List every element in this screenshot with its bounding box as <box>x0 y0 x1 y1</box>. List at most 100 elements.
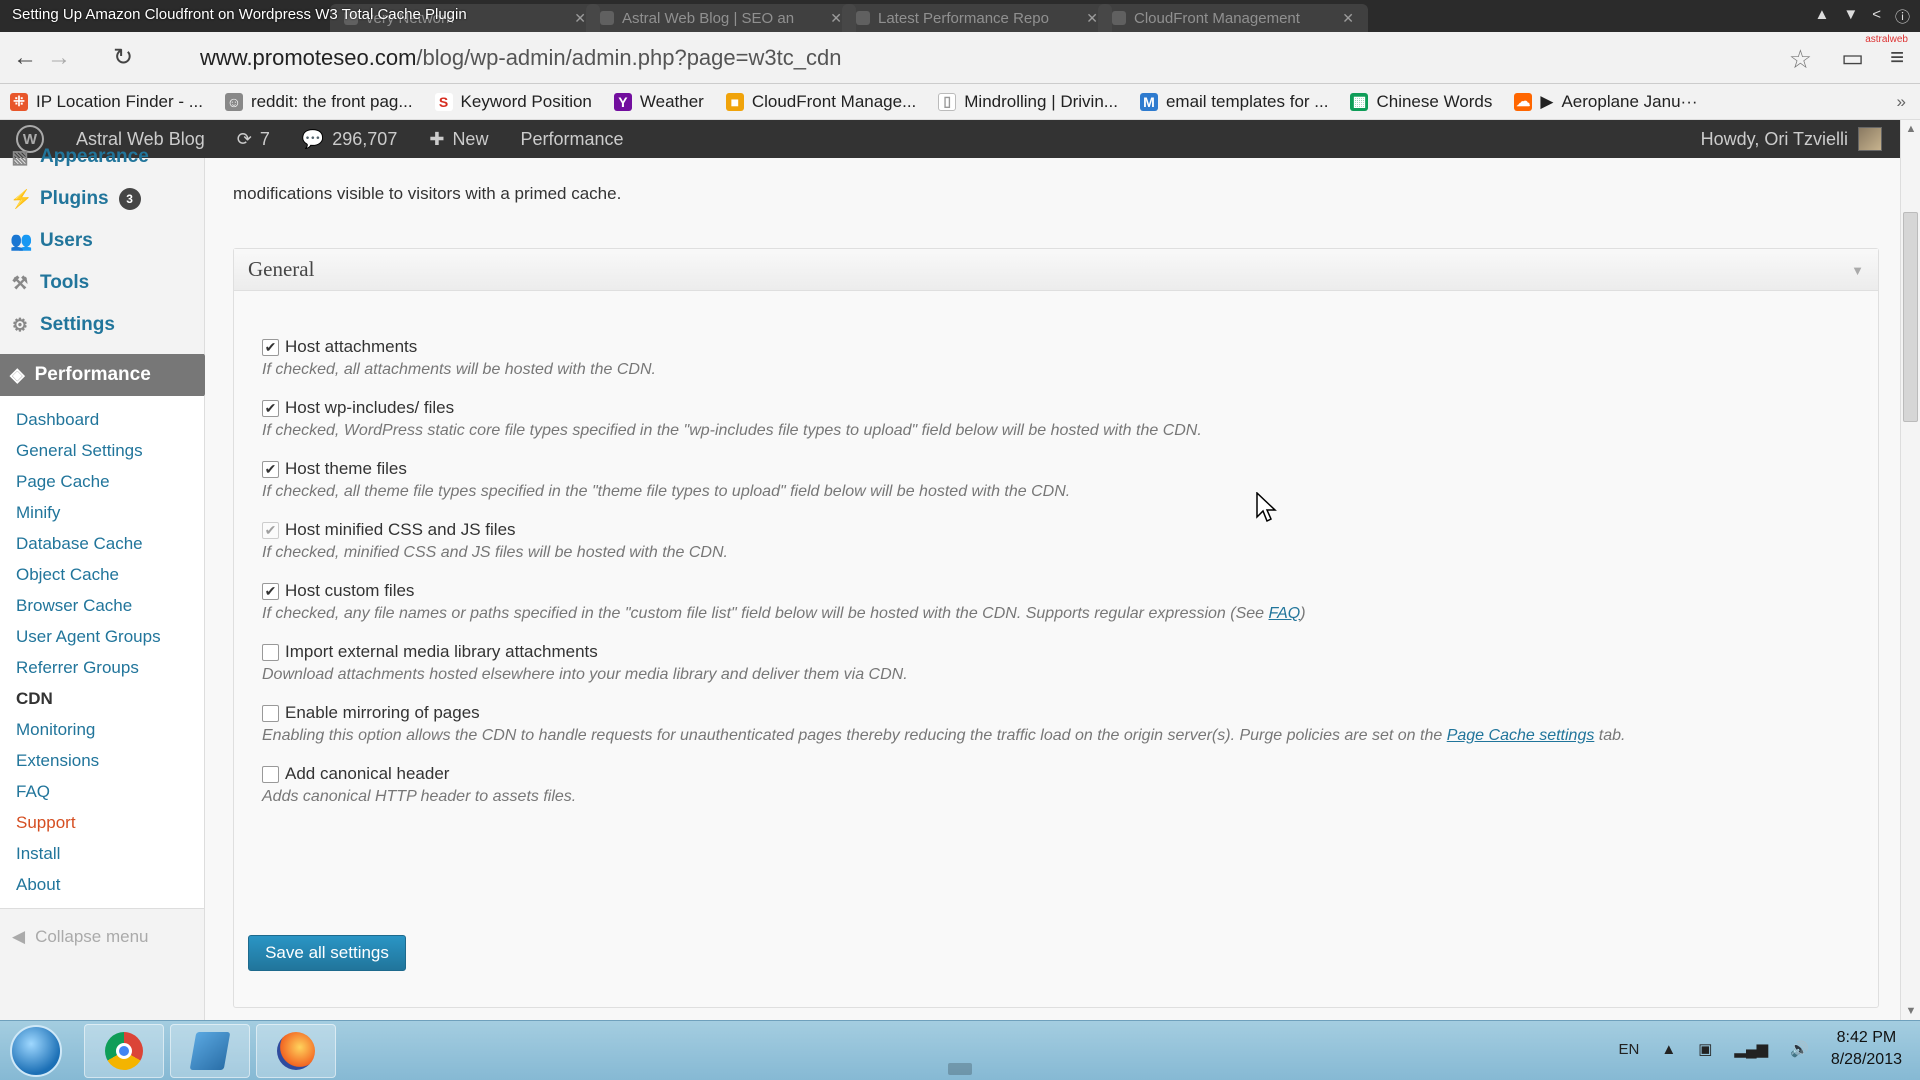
submenu-cdn[interactable]: CDN <box>0 683 204 714</box>
windows-start-icon[interactable] <box>10 1025 62 1077</box>
submenu-dashboard[interactable]: Dashboard <box>0 404 204 435</box>
submenu-monitoring[interactable]: Monitoring <box>0 714 204 745</box>
soundcloud-icon: ☁ <box>1514 92 1533 111</box>
like-icon[interactable]: ▲ <box>1815 6 1830 27</box>
bookmarks-overflow-icon[interactable]: » <box>1897 92 1906 112</box>
option-checkbox[interactable]: ✔ <box>262 582 279 600</box>
dislike-icon[interactable]: ▼ <box>1843 6 1858 27</box>
window-icon[interactable]: ▭ <box>1841 44 1864 73</box>
signal-icon[interactable]: ▂▄▆ <box>1734 1040 1768 1058</box>
bookmark-item[interactable]: ▦ Chinese Words <box>1350 92 1492 112</box>
option-label-row[interactable]: ✔ Host wp-includes/ files <box>262 398 1202 418</box>
url-host: www.promoteseo.com <box>200 45 417 70</box>
submenu-extensions[interactable]: Extensions <box>0 745 204 776</box>
sidebar-item-tools[interactable]: ⚒ Tools <box>0 262 204 304</box>
submenu-about[interactable]: About <box>0 869 204 900</box>
sidebar-item-settings[interactable]: ⚙ Settings <box>0 304 204 346</box>
submenu-install[interactable]: Install <box>0 838 204 869</box>
option-label-row[interactable]: Enable mirroring of pages <box>262 703 1626 723</box>
volume-icon[interactable]: 🔊 <box>1790 1040 1809 1058</box>
sidebar-item-appearance[interactable]: ▧ Appearance <box>0 136 204 178</box>
scroll-down-arrow-icon[interactable]: ▼ <box>1901 1002 1920 1020</box>
updates-link[interactable]: ⟳ 7 <box>221 120 286 158</box>
system-clock[interactable]: 8:42 PM 8/28/2013 <box>1831 1027 1902 1071</box>
submenu-page-cache[interactable]: Page Cache <box>0 466 204 497</box>
bookmark-item[interactable]: ☁ ▶ Aeroplane Janu··· <box>1514 92 1698 112</box>
chrome-icon <box>105 1032 143 1070</box>
share-icon[interactable]: < <box>1872 6 1881 27</box>
taskbar-chrome[interactable] <box>84 1024 164 1078</box>
page-scrollbar[interactable]: ▲ ▼ <box>1900 120 1920 1020</box>
address-bar[interactable]: www.promoteseo.com/blog/wp-admin/admin.p… <box>200 41 1800 75</box>
tab-close-icon[interactable]: ✕ <box>574 10 586 27</box>
option-checkbox[interactable]: ✔ <box>262 460 279 478</box>
my-account-link[interactable]: Howdy, Ori Tzvielli <box>1701 120 1882 158</box>
bookmark-item[interactable]: Y Weather <box>613 92 704 112</box>
option-label-row[interactable]: ✔ Host custom files <box>262 581 1306 601</box>
option-checkbox[interactable]: ✔ <box>262 521 279 539</box>
cdn-option: ✔ Host theme files If checked, all theme f… <box>262 459 1070 501</box>
hamburger-menu-icon[interactable]: ≡ <box>1890 44 1904 73</box>
tab-close-icon[interactable]: ✕ <box>830 10 842 27</box>
performance-submenu: Dashboard General Settings Page Cache Mi… <box>0 396 204 909</box>
postbox-header[interactable]: General <box>234 249 1878 291</box>
tab-close-icon[interactable]: ✕ <box>1086 10 1098 27</box>
browser-tab[interactable]: CloudFront Management ✕ <box>1098 4 1368 32</box>
performance-link[interactable]: Performance <box>504 120 639 158</box>
browser-tab[interactable]: Astral Web Blog | SEO an ✕ <box>586 4 856 32</box>
option-label-row[interactable]: ✔ Host theme files <box>262 459 1070 479</box>
scroll-up-arrow-icon[interactable]: ▲ <box>1901 120 1920 138</box>
submenu-general-settings[interactable]: General Settings <box>0 435 204 466</box>
submenu-object-cache[interactable]: Object Cache <box>0 559 204 590</box>
submenu-database-cache[interactable]: Database Cache <box>0 528 204 559</box>
sidebar-item-plugins[interactable]: ⚡ Plugins 3 <box>0 178 204 220</box>
language-indicator[interactable]: EN <box>1619 1041 1640 1058</box>
option-checkbox[interactable] <box>262 704 279 722</box>
back-arrow-icon[interactable]: ← <box>8 44 42 72</box>
yahoo-icon: Y <box>613 92 632 111</box>
option-checkbox[interactable]: ✔ <box>262 399 279 417</box>
option-label-row[interactable]: Import external media library attachment… <box>262 642 908 662</box>
network-device-icon[interactable]: ▣ <box>1698 1040 1712 1058</box>
collapse-menu-button[interactable]: ◀ Collapse menu <box>0 915 204 959</box>
submenu-support[interactable]: Support <box>0 807 204 838</box>
comments-link[interactable]: 💬 296,707 <box>286 120 414 158</box>
submenu-user-agent-groups[interactable]: User Agent Groups <box>0 621 204 652</box>
submenu-minify[interactable]: Minify <box>0 497 204 528</box>
submenu-faq[interactable]: FAQ <box>0 776 204 807</box>
taskbar-firefox[interactable] <box>256 1024 336 1078</box>
bookmark-item[interactable]: ☺ reddit: the front pag... <box>224 92 413 112</box>
postbox-toggle-icon[interactable]: ▼ <box>1851 263 1864 278</box>
tray-expand-icon[interactable]: ▲ <box>1661 1041 1676 1058</box>
option-label-row[interactable]: ✔ Host minified CSS and JS files <box>262 520 728 540</box>
bookmark-item[interactable]: ■ CloudFront Manage... <box>725 92 916 112</box>
bookmark-item[interactable]: S Keyword Position <box>434 92 592 112</box>
option-checkbox[interactable]: ✔ <box>262 338 279 356</box>
forward-arrow-icon[interactable]: → <box>42 44 76 72</box>
submenu-referrer-groups[interactable]: Referrer Groups <box>0 652 204 683</box>
sidebar-item-performance[interactable]: ◈ Performance <box>0 354 216 396</box>
option-checkbox[interactable] <box>262 765 279 783</box>
tab-close-icon[interactable]: ✕ <box>1342 10 1354 27</box>
option-label-row[interactable]: Add canonical header <box>262 764 576 784</box>
bookmark-item[interactable]: Memail templates for ... <box>1139 92 1328 112</box>
new-content-link[interactable]: ✚ New <box>413 120 504 158</box>
browser-tab[interactable]: Latest Performance Repo ✕ <box>842 4 1112 32</box>
bookmark-star-icon[interactable]: ☆ <box>1789 44 1812 75</box>
option-checkbox[interactable] <box>262 643 279 661</box>
sidebar-item-users[interactable]: 👥 Users <box>0 220 204 262</box>
option-label: Host wp-includes/ files <box>285 398 455 417</box>
bookmark-item[interactable]: ⁜ IP Location Finder - ... <box>10 92 203 112</box>
save-all-settings-button[interactable]: Save all settings <box>248 935 406 971</box>
submenu-browser-cache[interactable]: Browser Cache <box>0 590 204 621</box>
bookmark-item[interactable]: ▯ Mindrolling | Drivin... <box>938 92 1118 112</box>
option-label-row[interactable]: ✔ Host attachments <box>262 337 656 357</box>
option-help-link[interactable]: FAQ <box>1269 605 1301 622</box>
info-icon[interactable]: ⓘ <box>1895 6 1910 27</box>
option-help-link[interactable]: Page Cache settings <box>1447 727 1595 744</box>
reload-icon[interactable]: ↻ <box>106 43 140 72</box>
general-postbox: General ▼ ✔ Host attachments If checked, a… <box>233 248 1879 1008</box>
taskbar-notepad[interactable] <box>170 1024 250 1078</box>
scroll-thumb[interactable] <box>1903 212 1918 422</box>
taskbar-handle[interactable] <box>948 1063 972 1075</box>
